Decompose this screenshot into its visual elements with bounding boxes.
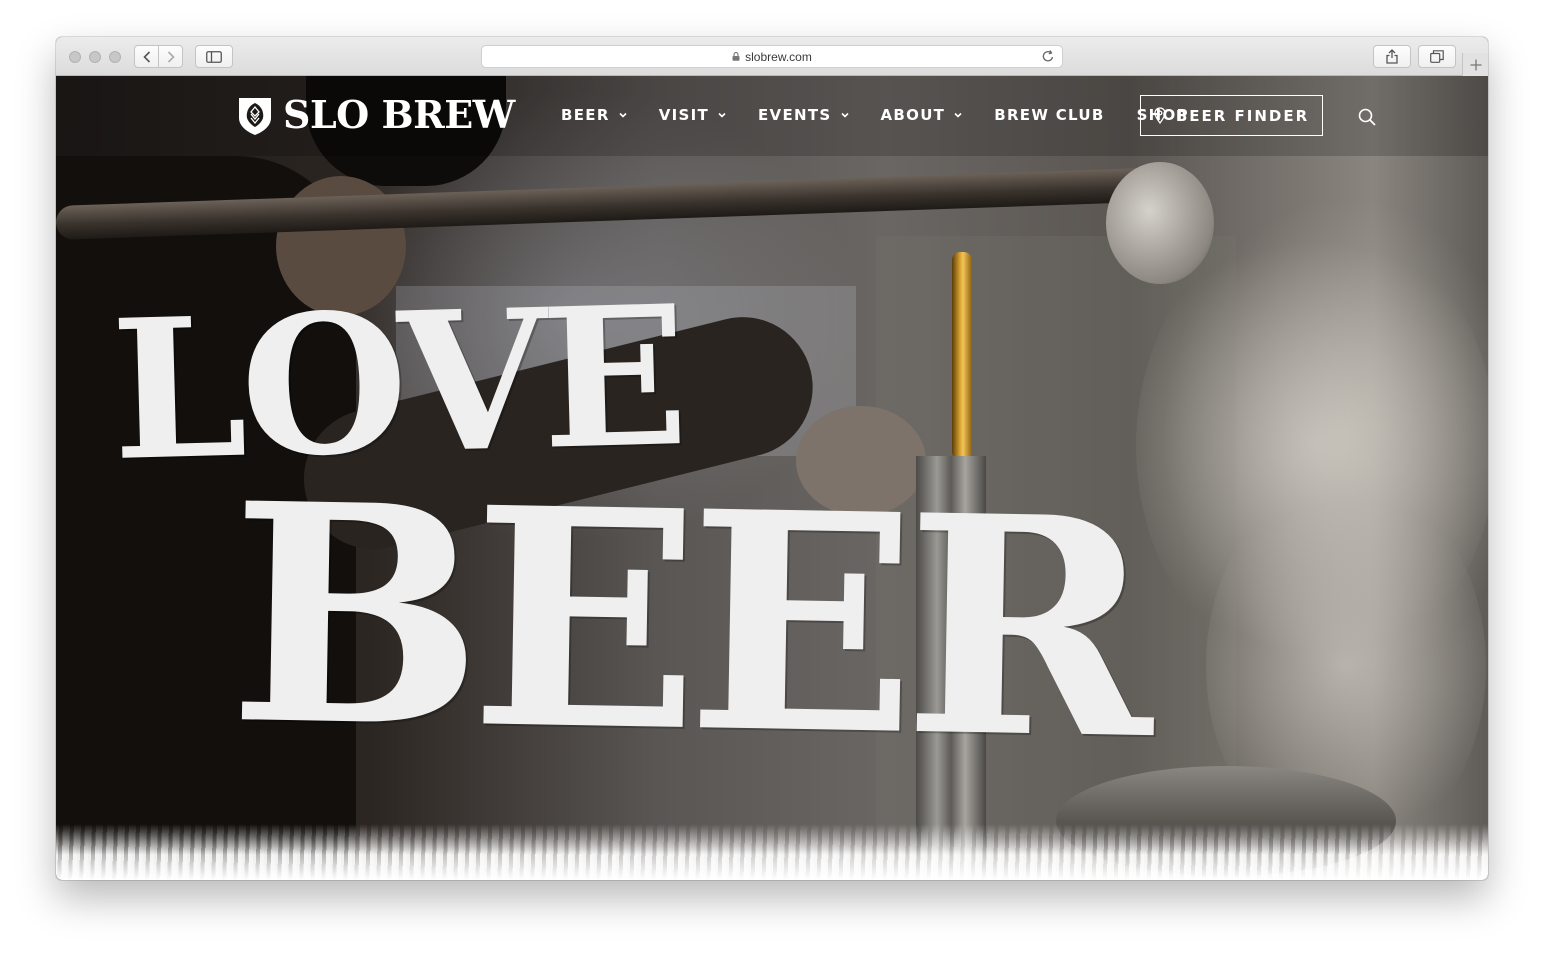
nav-item-about[interactable]: ABOUT	[881, 106, 963, 124]
new-tab-button[interactable]	[1462, 53, 1488, 77]
show-tabs-button[interactable]	[1418, 45, 1456, 68]
sidebar-button[interactable]	[195, 45, 233, 68]
close-window-button[interactable]	[69, 51, 81, 63]
chevron-down-icon	[954, 112, 962, 118]
plus-icon	[1470, 59, 1481, 71]
nav-item-label: EVENTS	[758, 106, 832, 124]
lock-icon	[732, 52, 740, 61]
nav-item-beer[interactable]: BEER	[561, 106, 627, 124]
back-icon	[142, 50, 150, 63]
pipe-opening	[1106, 162, 1214, 284]
chevron-down-icon	[619, 112, 627, 118]
nav-item-visit[interactable]: VISIT	[659, 106, 726, 124]
zoom-window-button[interactable]	[109, 51, 121, 63]
reload-icon[interactable]	[1041, 49, 1055, 64]
share-icon	[1386, 49, 1398, 64]
beer-finder-label: BEER FINDER	[1175, 106, 1310, 125]
headline-line-beer: BEER	[226, 436, 1145, 806]
hop-logo-icon	[239, 98, 271, 135]
share-button[interactable]	[1373, 45, 1411, 68]
tabs-icon	[1430, 50, 1444, 63]
chevron-down-icon	[718, 112, 726, 118]
browser-window: slobrew.com SLO BREW BEER VISIT EVENTS A…	[56, 37, 1488, 880]
nav-item-label: VISIT	[658, 106, 709, 124]
beer-finder-button[interactable]: BEER FINDER	[1140, 95, 1323, 136]
url-text: slobrew.com	[745, 49, 812, 64]
hero-video: SLO BREW BEER VISIT EVENTS ABOUT BREW CL…	[56, 76, 1488, 880]
main-nav: BEER VISIT EVENTS ABOUT BREW CLUB SHOP	[561, 106, 1221, 124]
forward-button[interactable]	[158, 45, 183, 68]
map-pin-icon	[1154, 107, 1166, 124]
nav-item-label: ABOUT	[880, 106, 946, 124]
nav-item-label: BEER	[561, 106, 610, 124]
nav-item-events[interactable]: EVENTS	[758, 106, 849, 124]
browser-toolbar: slobrew.com	[56, 37, 1488, 77]
forward-icon	[167, 50, 175, 63]
search-icon[interactable]	[1358, 108, 1376, 126]
site-logo[interactable]: SLO BREW	[235, 94, 515, 136]
logo-wordmark: SLO BREW	[283, 92, 515, 137]
address-bar[interactable]: slobrew.com	[481, 45, 1063, 68]
minimize-window-button[interactable]	[89, 51, 101, 63]
back-button[interactable]	[134, 45, 159, 68]
nav-item-brew-club[interactable]: BREW CLUB	[994, 106, 1104, 124]
sidebar-icon	[206, 50, 222, 63]
hero-headline: LOVE BEER	[109, 264, 1145, 806]
chevron-down-icon	[840, 112, 849, 118]
grunge-edge	[56, 824, 1488, 880]
nav-item-label: BREW CLUB	[994, 106, 1105, 124]
